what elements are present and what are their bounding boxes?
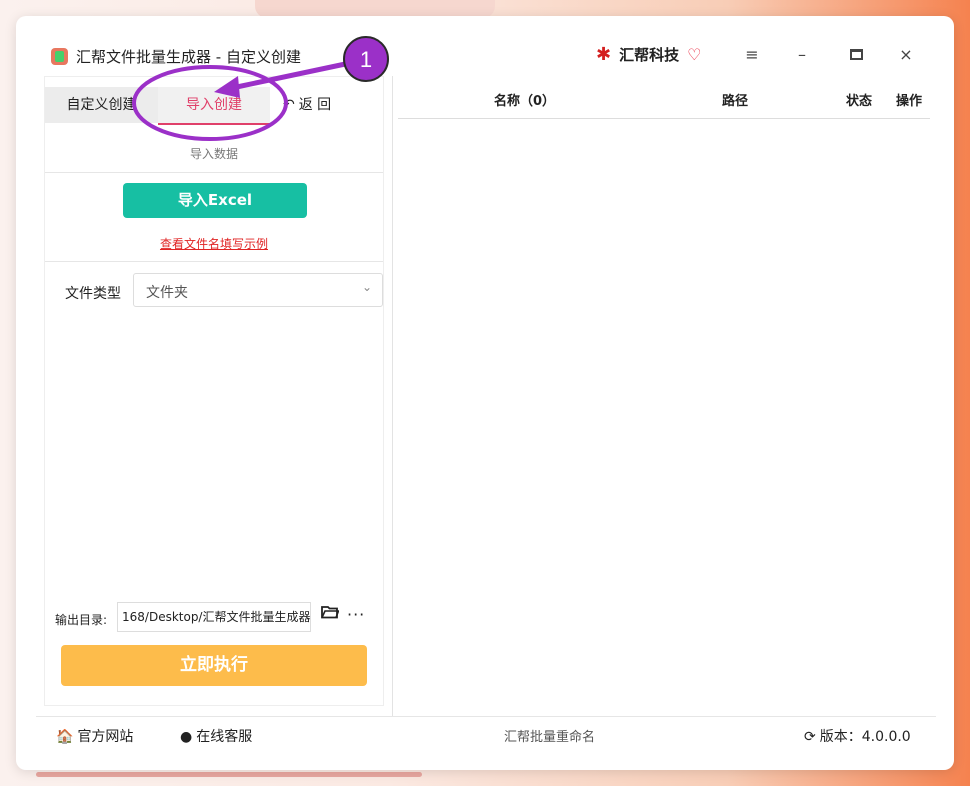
refresh-icon: ⟳ [804, 729, 816, 745]
background-bar [36, 772, 422, 777]
support-icon: ● [180, 729, 193, 745]
import-excel-button[interactable]: 导入Excel [123, 183, 307, 218]
chevron-down-icon: ⌄ [361, 280, 372, 294]
version-label: 版本：4.0.0.0 [819, 729, 911, 745]
run-button[interactable]: 立即执行 [61, 645, 367, 686]
app-icon [51, 48, 68, 65]
divider [45, 261, 383, 262]
title-bar[interactable]: 汇帮文件批量生成器 - 自定义创建 ✱ 汇帮科技 ♡ ≡ – × [16, 16, 954, 76]
divider [45, 172, 383, 173]
close-button[interactable]: × [894, 44, 918, 66]
brand-name: 汇帮科技 [619, 45, 680, 64]
example-link[interactable]: 查看文件名填写示例 [45, 235, 383, 252]
column-operation[interactable]: 操作 [896, 90, 922, 109]
footer-product-name: 汇帮批量重命名 [504, 730, 596, 745]
output-dir-label: 输出目录: [55, 613, 108, 627]
left-panel: 自定义创建 导入创建 ↶ 返 回 导入数据 导入Excel 查看文件名填写示例 文… [44, 76, 384, 706]
undo-icon: ↶ [283, 97, 295, 113]
home-icon: 🏠 [56, 729, 74, 745]
minimize-button[interactable]: – [790, 44, 814, 66]
brand: ✱ 汇帮科技 ♡ [596, 42, 701, 66]
column-path[interactable]: 路径 [722, 90, 748, 109]
more-options-icon[interactable]: ··· [347, 605, 365, 624]
tab-bar: 自定义创建 导入创建 ↶ 返 回 [45, 87, 383, 125]
table-header: 名称（0） 路径 状态 操作 [398, 88, 930, 119]
column-name[interactable]: 名称（0） [494, 90, 555, 109]
maximize-icon [849, 49, 863, 60]
version-info[interactable]: ⟳ 版本：4.0.0.0 [804, 726, 911, 746]
official-site-link[interactable]: 🏠 官方网站 [56, 726, 133, 746]
file-type-value: 文件夹 [146, 285, 188, 301]
brand-logo-icon: ✱ [596, 43, 612, 65]
app-window: 汇帮文件批量生成器 - 自定义创建 ✱ 汇帮科技 ♡ ≡ – × 自定义创建 导… [16, 16, 954, 770]
official-site-label: 官方网站 [77, 729, 134, 745]
output-dir-input[interactable]: 168/Desktop/汇帮文件批量生成器 [117, 602, 311, 632]
window-title: 汇帮文件批量生成器 - 自定义创建 [76, 48, 301, 66]
file-type-label: 文件类型 [65, 286, 121, 302]
tab-import-create[interactable]: 导入创建 [158, 87, 270, 125]
online-service-label: 在线客服 [196, 729, 253, 745]
heart-icon[interactable]: ♡ [687, 45, 701, 64]
menu-button[interactable]: ≡ [740, 44, 764, 66]
online-service-link[interactable]: ● 在线客服 [180, 726, 252, 746]
column-status[interactable]: 状态 [846, 90, 872, 109]
maximize-button[interactable] [844, 44, 868, 66]
file-type-select[interactable]: 文件夹 ⌄ [133, 273, 383, 307]
folder-open-icon[interactable] [321, 605, 339, 619]
back-label: 返 回 [298, 97, 332, 113]
section-label: 导入数据 [189, 147, 238, 161]
back-button[interactable]: ↶ 返 回 [283, 87, 353, 123]
status-bar: 🏠 官方网站 ● 在线客服 汇帮批量重命名 ⟳ 版本：4.0.0.0 [36, 716, 936, 753]
panel-divider [392, 76, 393, 716]
tab-custom-create[interactable]: 自定义创建 [45, 87, 158, 123]
